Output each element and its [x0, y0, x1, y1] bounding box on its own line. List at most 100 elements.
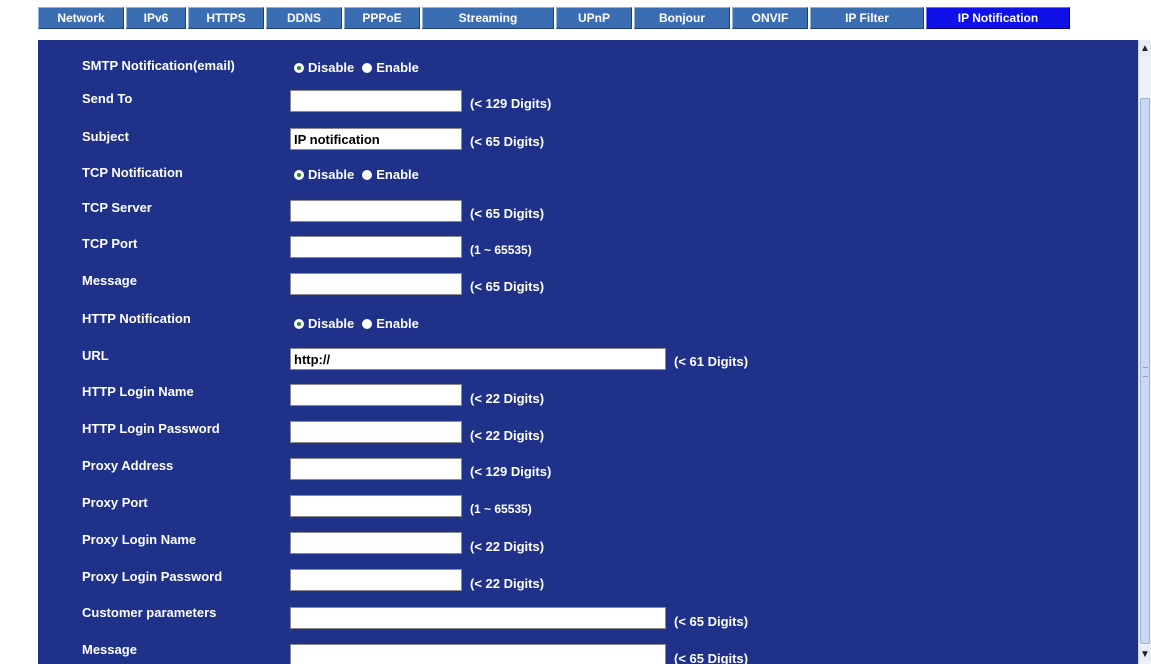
url-input[interactable]	[290, 348, 666, 370]
http-message-label: Message	[82, 642, 137, 657]
proxy-login-name-label: Proxy Login Name	[82, 532, 197, 547]
send-to-hint: (< 129 Digits)	[470, 96, 552, 111]
http-message-row: Message (< 65 Digits)	[38, 642, 1138, 664]
tcp-port-row: TCP Port (1 ~ 65535)	[38, 236, 1138, 266]
send-to-row: Send To (< 129 Digits)	[38, 90, 1138, 121]
tcp-port-input[interactable]	[290, 236, 462, 258]
http-login-password-hint: (< 22 Digits)	[470, 428, 545, 443]
tab-ipv6[interactable]: IPv6	[126, 7, 186, 29]
http-login-password-label: HTTP Login Password	[82, 421, 220, 436]
http-login-password-row: HTTP Login Password (< 22 Digits)	[38, 421, 1138, 451]
tcp-disable-label: Disable	[308, 167, 355, 182]
subject-row: Subject (< 65 Digits)	[38, 128, 1138, 159]
http-enable-label: Enable	[376, 316, 419, 331]
proxy-login-password-row: Proxy Login Password (< 22 Digits)	[38, 569, 1138, 599]
customer-parameters-label: Customer parameters	[82, 605, 217, 620]
tcp-port-label: TCP Port	[82, 236, 138, 251]
customer-parameters-input[interactable]	[290, 607, 666, 629]
url-label: URL	[82, 348, 109, 363]
http-notification-label: HTTP Notification	[82, 311, 191, 326]
radio-checked-icon	[294, 318, 304, 329]
tab-ip-filter[interactable]: IP Filter	[810, 7, 924, 29]
tcp-notification-radio-group: Disable Enable	[294, 167, 427, 182]
http-login-password-input[interactable]	[290, 421, 462, 443]
proxy-port-hint: (1 ~ 65535)	[470, 502, 532, 516]
send-to-label: Send To	[82, 91, 133, 106]
tcp-notification-row: TCP Notification Disable Enable	[38, 165, 1138, 195]
radio-checked-icon	[294, 169, 304, 180]
subject-input[interactable]	[290, 128, 462, 150]
proxy-address-label: Proxy Address	[82, 458, 174, 473]
chevron-up-icon[interactable]: ▲	[1139, 40, 1151, 56]
http-message-input[interactable]	[290, 644, 666, 664]
customer-parameters-row: Customer parameters (< 65 Digits)	[38, 605, 1138, 635]
customer-parameters-hint: (< 65 Digits)	[674, 614, 749, 629]
tcp-server-label: TCP Server	[82, 200, 152, 215]
proxy-port-input[interactable]	[290, 495, 462, 517]
tcp-message-hint: (< 65 Digits)	[470, 279, 545, 294]
radio-unchecked-icon	[362, 318, 373, 329]
http-login-name-label: HTTP Login Name	[82, 384, 194, 399]
tab-streaming[interactable]: Streaming	[422, 7, 554, 29]
tab-https[interactable]: HTTPS	[188, 7, 264, 29]
proxy-login-name-row: Proxy Login Name (< 22 Digits)	[38, 532, 1138, 562]
proxy-address-hint: (< 129 Digits)	[470, 464, 552, 479]
http-disable-label: Disable	[308, 316, 355, 331]
http-disable-radio[interactable]: Disable	[294, 316, 354, 331]
http-login-name-input[interactable]	[290, 384, 462, 406]
radio-unchecked-icon	[362, 169, 373, 180]
http-enable-radio[interactable]: Enable	[362, 316, 419, 331]
tcp-message-label: Message	[82, 273, 137, 288]
vertical-scrollbar[interactable]: ▲ ▼	[1138, 40, 1151, 664]
proxy-address-input[interactable]	[290, 458, 462, 480]
proxy-login-name-input[interactable]	[290, 532, 462, 554]
chevron-down-icon[interactable]: ▼	[1139, 646, 1151, 662]
proxy-port-row: Proxy Port (1 ~ 65535)	[38, 495, 1138, 525]
subject-label: Subject	[82, 129, 129, 144]
ip-notification-panel: SMTP Notification(email) Disable Enable …	[38, 40, 1138, 664]
http-message-hint: (< 65 Digits)	[674, 651, 749, 664]
tcp-server-row: TCP Server (< 65 Digits)	[38, 200, 1138, 230]
tcp-notification-label: TCP Notification	[82, 165, 183, 180]
scrollbar-thumb[interactable]	[1140, 98, 1150, 644]
tcp-port-hint: (1 ~ 65535)	[470, 243, 532, 257]
http-login-name-hint: (< 22 Digits)	[470, 391, 545, 406]
send-to-input[interactable]	[290, 90, 462, 112]
tab-upnp[interactable]: UPnP	[556, 7, 632, 29]
tab-pppoe[interactable]: PPPoE	[344, 7, 420, 29]
tab-bar: Network IPv6 HTTPS DDNS PPPoE Streaming …	[0, 0, 1151, 36]
http-notification-radio-group: Disable Enable	[294, 316, 427, 331]
smtp-notification-radio-group: Disable Enable	[294, 60, 427, 75]
grip-icon	[1143, 367, 1148, 377]
smtp-disable-radio[interactable]: Disable	[294, 60, 354, 75]
tab-onvif[interactable]: ONVIF	[732, 7, 808, 29]
proxy-login-password-input[interactable]	[290, 569, 462, 591]
proxy-address-row: Proxy Address (< 129 Digits)	[38, 458, 1138, 488]
proxy-login-name-hint: (< 22 Digits)	[470, 539, 545, 554]
tcp-message-input[interactable]	[290, 273, 462, 295]
proxy-login-password-label: Proxy Login Password	[82, 569, 223, 584]
smtp-disable-label: Disable	[308, 60, 355, 75]
proxy-login-password-hint: (< 22 Digits)	[470, 576, 545, 591]
http-notification-row: HTTP Notification Disable Enable	[38, 311, 1138, 341]
tcp-enable-radio[interactable]: Enable	[362, 167, 419, 182]
tab-bonjour[interactable]: Bonjour	[634, 7, 730, 29]
radio-unchecked-icon	[362, 62, 373, 73]
http-login-name-row: HTTP Login Name (< 22 Digits)	[38, 384, 1138, 414]
tcp-server-hint: (< 65 Digits)	[470, 206, 545, 221]
tcp-message-row: Message (< 65 Digits)	[38, 273, 1138, 303]
smtp-notification-label: SMTP Notification(email)	[82, 58, 235, 73]
tcp-disable-radio[interactable]: Disable	[294, 167, 354, 182]
radio-checked-icon	[294, 62, 304, 73]
tab-ip-notification[interactable]: IP Notification	[926, 7, 1070, 29]
url-hint: (< 61 Digits)	[674, 354, 749, 369]
smtp-enable-label: Enable	[376, 60, 419, 75]
tab-network[interactable]: Network	[38, 7, 124, 29]
url-row: URL (< 61 Digits)	[38, 348, 1138, 378]
smtp-notification-row: SMTP Notification(email) Disable Enable	[38, 58, 1138, 88]
smtp-enable-radio[interactable]: Enable	[362, 60, 419, 75]
tab-ddns[interactable]: DDNS	[266, 7, 342, 29]
tcp-server-input[interactable]	[290, 200, 462, 222]
proxy-port-label: Proxy Port	[82, 495, 148, 510]
tcp-enable-label: Enable	[376, 167, 419, 182]
